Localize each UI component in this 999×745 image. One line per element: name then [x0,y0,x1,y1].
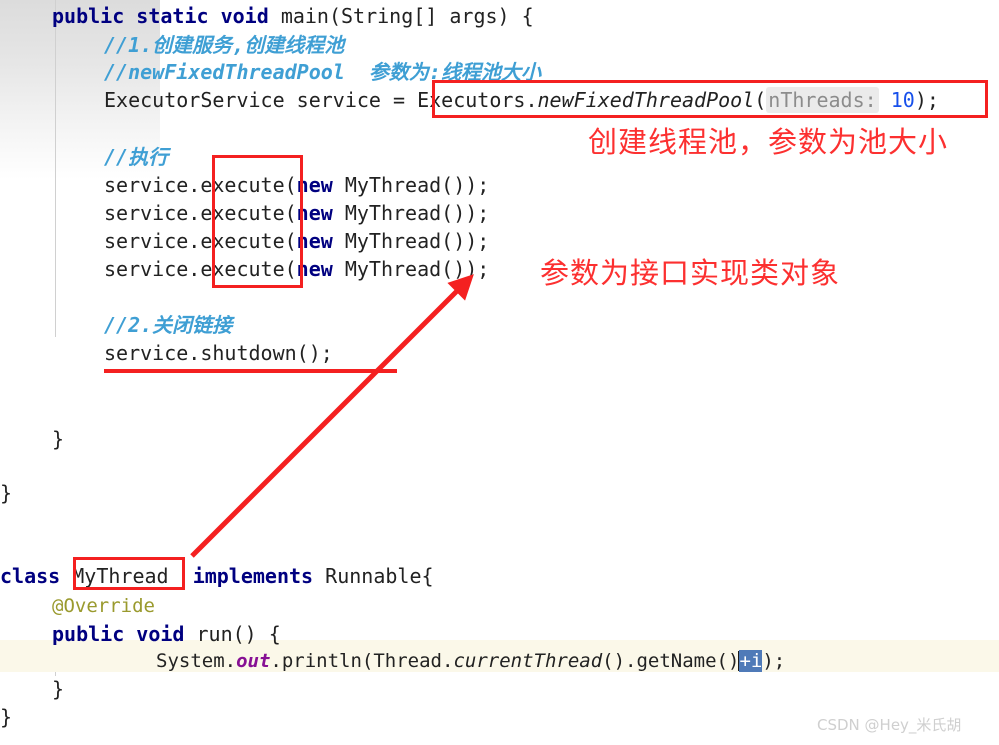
mythread-ctor-1: MyThread()); [332,173,490,197]
keyword-new-2: new [296,201,333,225]
mythread-ctor-2: MyThread()); [332,201,490,225]
csdn-watermark: CSDN @Hey_米氏胡 [817,714,961,735]
execute-method-2: execute [200,201,285,225]
line-execute-call-1[interactable]: service.execute(new MyThread()); [104,171,489,199]
mythread-ctor-3: MyThread()); [332,229,490,253]
line-run-signature[interactable]: public void run() { [52,620,281,648]
keyword-new-4: new [296,257,333,281]
comment-text-2b: 参数为:线程池大小 [368,60,541,84]
system-class: System. [156,650,237,672]
open-paren: ( [754,88,767,112]
parameter-hint-nthreads: nThreads: [766,87,879,113]
comment-text-2a: //newFixedThreadPool [104,60,345,84]
line-execute-call-3[interactable]: service.execute(new MyThread()); [104,227,489,255]
override-annotation: @Override [52,595,155,617]
service-receiver-3: service. [104,229,201,253]
interface-runnable: Runnable{ [325,564,434,588]
run-method-signature: run() { [196,622,281,646]
keyword-new-3: new [296,229,333,253]
annotation-pool-note: 创建线程池，参数为池大小 [588,119,948,161]
service-receiver-2: service. [104,201,201,225]
line-comment-newfixedthreadpool[interactable]: //newFixedThreadPool 参数为:线程池大小 [104,58,541,86]
keyword-static: static [136,4,209,28]
line-shutdown-call[interactable]: service.shutdown(); [104,339,333,367]
keyword-void-run: void [136,622,185,646]
currentthread-method: currentThread [453,650,603,672]
line-close-brace-mythread[interactable]: } [0,703,12,731]
executor-service-decl: ExecutorService service = [104,88,418,112]
keyword-void: void [220,4,269,28]
line-comment-create-service[interactable]: //1.创建服务,创建线程池 [104,31,344,59]
keyword-public: public [52,4,125,28]
comment-text-4: //2.关闭链接 [104,313,233,337]
line-override-annotation[interactable]: @Override [52,592,155,620]
line-close-brace-run[interactable]: } [52,675,64,703]
code-editor-screenshot: public static void main(String[] args) {… [0,0,999,745]
line-close-brace-main[interactable]: } [52,425,64,453]
annotation-param-note: 参数为接口实现类对象 [540,250,840,292]
execute-method-3: execute [200,229,285,253]
class-name-mythread: MyThread [72,564,169,588]
comment-text-1: //1.创建服务,创建线程池 [104,33,345,57]
mythread-ctor-4: MyThread()); [332,257,490,281]
execute-method-1: execute [200,173,285,197]
executors-class: Executors. [417,88,538,112]
pool-size-value: 10 [890,88,915,112]
line-println-call[interactable]: System.out.println(Thread.currentThread(… [156,647,785,675]
println-method: .println(Thread. [270,650,454,672]
println-tail: ); [762,650,786,672]
line-class-declaration[interactable]: class MyThread implements Runnable{ [0,562,434,590]
line-comment-execute[interactable]: //执行 [104,143,168,171]
service-receiver-4: service. [104,257,201,281]
brace-mythread: } [0,705,13,729]
execute-method-4: execute [200,257,285,281]
annotation-pool-note-text: 创建线程池，参数为池大小 [588,125,949,159]
main-method-signature: main(String[] args) { [280,4,534,28]
indent-guide-main [55,0,56,337]
line-close-brace-outer[interactable]: } [0,479,12,507]
keyword-public-run: public [52,622,125,646]
out-field: out [236,650,271,672]
shutdown-statement: service.shutdown(); [104,341,333,365]
brace-run: } [52,677,65,701]
shutdown-underline [104,369,397,373]
brace-outer: } [0,481,13,505]
statement-close: ); [914,88,939,112]
newfixedthreadpool-method: newFixedThreadPool [537,88,755,112]
comment-text-3: //执行 [104,145,169,169]
service-receiver-1: service. [104,173,201,197]
keyword-class: class [0,564,61,588]
line-comment-shutdown[interactable]: //2.关闭链接 [104,311,232,339]
line-execute-call-4[interactable]: service.execute(new MyThread()); [104,255,489,283]
keyword-implements: implements [192,564,314,588]
line-execute-call-2[interactable]: service.execute(new MyThread()); [104,199,489,227]
line-executor-declaration[interactable]: ExecutorService service = Executors.newF… [104,86,939,114]
line-main-signature[interactable]: public static void main(String[] args) { [52,2,534,30]
keyword-new-1: new [296,173,333,197]
selected-text: +i [739,650,763,672]
brace-main: } [52,427,65,451]
csdn-watermark-text: CSDN @Hey_米氏胡 [817,716,962,734]
getname-method: ().getName() [602,650,740,672]
annotation-param-note-text: 参数为接口实现类对象 [540,256,841,290]
